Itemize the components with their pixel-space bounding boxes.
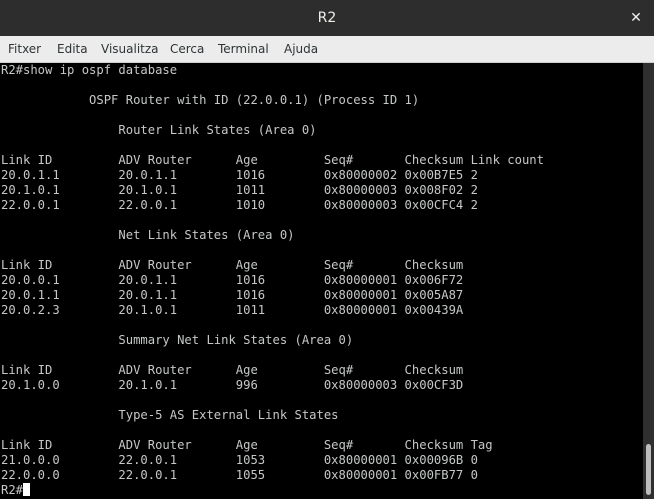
close-icon[interactable]: ✕ [626,8,646,28]
terminal-line: Router Link States (Area 0) [1,123,317,137]
terminal-line: Link ID ADV Router Age Seq# Checksum Tag [1,438,493,452]
terminal-line: 20.1.0.0 20.1.0.1 996 0x80000003 0x00CF3… [1,378,464,392]
menu-cerca[interactable]: Cerca [170,36,204,62]
scrollbar-thumb[interactable] [646,444,651,495]
menu-bar: Fitxer Edita Visualitza Cerca Terminal A… [0,36,654,63]
menu-fitxer[interactable]: Fitxer [8,36,41,62]
menu-ajuda[interactable]: Ajuda [284,36,318,62]
terminal-line: OSPF Router with ID (22.0.0.1) (Process … [1,93,420,107]
terminal-line: Link ID ADV Router Age Seq# Checksum [1,363,464,377]
terminal-line: 20.0.1.1 20.0.1.1 1016 0x80000001 0x005A… [1,288,464,302]
text-cursor [23,483,31,496]
terminal-line: 20.0.1.1 20.0.1.1 1016 0x80000002 0x00B7… [1,168,478,182]
window-title: R2 [317,10,337,26]
prompt-text: R2# [1,483,24,497]
scrollbar[interactable] [643,63,654,499]
terminal-line: 22.0.0.0 22.0.0.1 1055 0x80000001 0x00FB… [1,468,478,482]
terminal-line: 20.1.0.1 20.1.0.1 1011 0x80000003 0x008F… [1,183,478,197]
prompt-line[interactable]: R2# [1,483,31,498]
terminal-line: 21.0.0.0 22.0.0.1 1053 0x80000001 0x0009… [1,453,478,467]
terminal-line: R2#show ip ospf database [1,63,178,77]
terminal-line: Link ID ADV Router Age Seq# Checksum Lin… [1,153,544,167]
terminal-window: R2 ✕ Fitxer Edita Visualitza Cerca Termi… [0,0,654,499]
terminal-line: Net Link States (Area 0) [1,228,295,242]
menu-visualitza[interactable]: Visualitza [101,36,159,62]
terminal-line: 22.0.0.1 22.0.0.1 1010 0x80000003 0x00CF… [1,198,478,212]
terminal-line: 20.0.0.1 20.0.1.1 1016 0x80000001 0x006F… [1,273,464,287]
title-bar[interactable]: R2 ✕ [0,0,654,36]
terminal-line: Link ID ADV Router Age Seq# Checksum [1,258,464,272]
menu-edita[interactable]: Edita [57,36,88,62]
menu-terminal[interactable]: Terminal [218,36,269,62]
terminal-line: 20.0.2.3 20.1.0.1 1011 0x80000001 0x0043… [1,303,464,317]
terminal-line: Summary Net Link States (Area 0) [1,333,354,347]
terminal-line: Type-5 AS External Link States [1,408,339,422]
terminal-output[interactable]: R2#show ip ospf database OSPF Router wit… [0,63,643,499]
